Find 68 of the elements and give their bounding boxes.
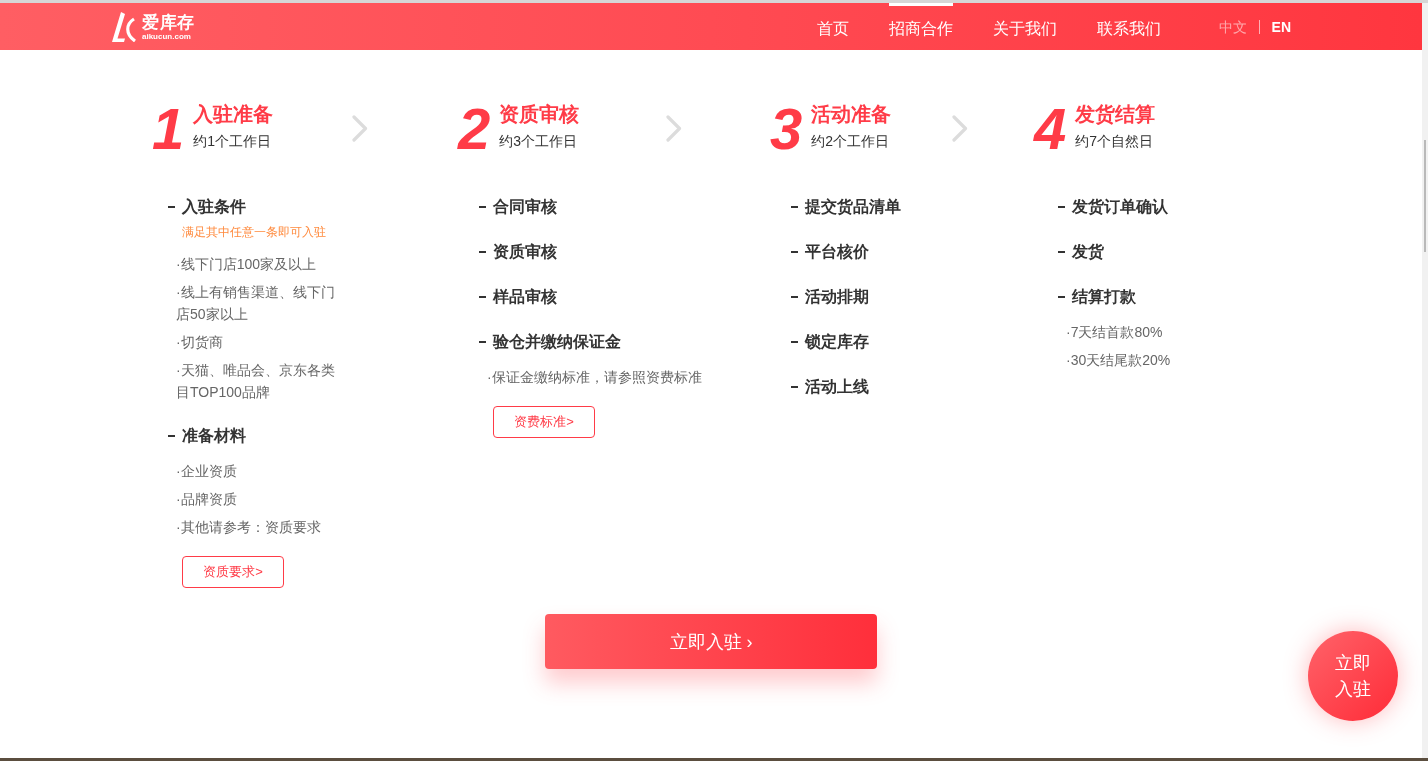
chevron-right-icon [666,115,682,142]
outline-button[interactable]: 资质要求> [182,556,284,588]
logo-icon[interactable] [112,11,136,42]
scrollbar[interactable] [1422,3,1428,758]
note-text: 满足其中任意一条即可入驻 [182,224,326,241]
step-duration: 约1个工作日 [193,132,273,151]
dash-icon [1058,206,1065,208]
outline-button[interactable]: 资费标准> [493,406,595,438]
step-number: 4 [1034,100,1067,158]
bullet-item: ·30天结尾款20% [1066,351,1172,370]
step-duration: 约3个工作日 [499,132,579,151]
bullet-item: ·企业资质 [176,462,238,481]
bullet-item: ·保证金缴纳标准，请参照资费标准 [487,368,703,387]
step-title: 发货结算 [1075,102,1156,126]
dash-icon [479,206,486,208]
section-heading: 发货订单确认 [1072,197,1168,218]
section-heading: 平台核价 [805,242,869,262]
bullet-item: ·切货商 [176,333,224,352]
section-heading: 验仓并缴纳保证金 [493,332,621,352]
step-duration: 约2个工作日 [811,132,891,151]
dash-icon [1058,296,1065,298]
section-heading: 入驻条件 [182,197,246,217]
step-number: 3 [770,100,803,158]
bullet-item: ·线下门店100家及以上 [176,255,318,274]
section-heading: 准备材料 [182,426,246,446]
section-heading: 结算打款 [1072,287,1136,307]
dash-icon [1058,251,1065,253]
nav-link[interactable]: 联系我们 [1096,3,1161,50]
step-number: 2 [458,100,491,158]
step-title: 资质审核 [499,102,580,126]
language-link[interactable]: EN [1271,16,1291,37]
brand-name: 爱库存 [142,12,195,32]
section-heading: 活动上线 [805,377,869,397]
dash-icon [479,251,486,253]
bullet-item: ·线上有销售渠道、线下门店50家以上 [176,283,336,324]
dash-icon [168,435,175,437]
step-duration: 约7个自然日 [1075,132,1155,151]
section-heading: 合同审核 [493,197,557,217]
nav-link[interactable]: 关于我们 [992,3,1057,50]
step-title: 入驻准备 [193,102,274,126]
dash-icon [168,206,175,208]
dash-icon [791,386,798,388]
section-heading: 样品审核 [493,287,557,307]
apply-button[interactable]: 立即入驻 › [545,614,877,669]
chevron-right-icon [952,115,968,142]
section-heading: 活动排期 [805,287,869,307]
language-link[interactable]: 中文 [1218,16,1247,37]
dash-icon [479,296,486,298]
section-heading: 提交货品清单 [805,197,901,218]
dash-icon [791,206,798,208]
dash-icon [479,341,486,343]
bullet-item: ·7天结首款80% [1066,323,1164,342]
section-heading: 资质审核 [493,242,557,262]
brand-domain: aikucun.com [142,31,192,41]
nav-link[interactable]: 招商合作 [888,3,953,50]
section-heading: 锁定库存 [805,332,869,352]
chevron-right-icon [352,115,368,142]
dash-icon [791,341,798,343]
bullet-item: ·品牌资质 [176,490,238,509]
bullet-item: ·天猫、唯品会、京东各类目TOP100品牌 [176,361,336,402]
nav-link[interactable]: 首页 [816,3,849,50]
section-heading: 发货 [1072,242,1104,263]
floating-apply-button[interactable]: 立即入驻 [1308,631,1398,721]
bullet-item: ·其他请参考：资质要求 [176,518,322,537]
step-title: 活动准备 [811,102,892,126]
dash-icon [791,296,798,298]
step-number: 1 [152,100,185,158]
dash-icon [791,251,798,253]
